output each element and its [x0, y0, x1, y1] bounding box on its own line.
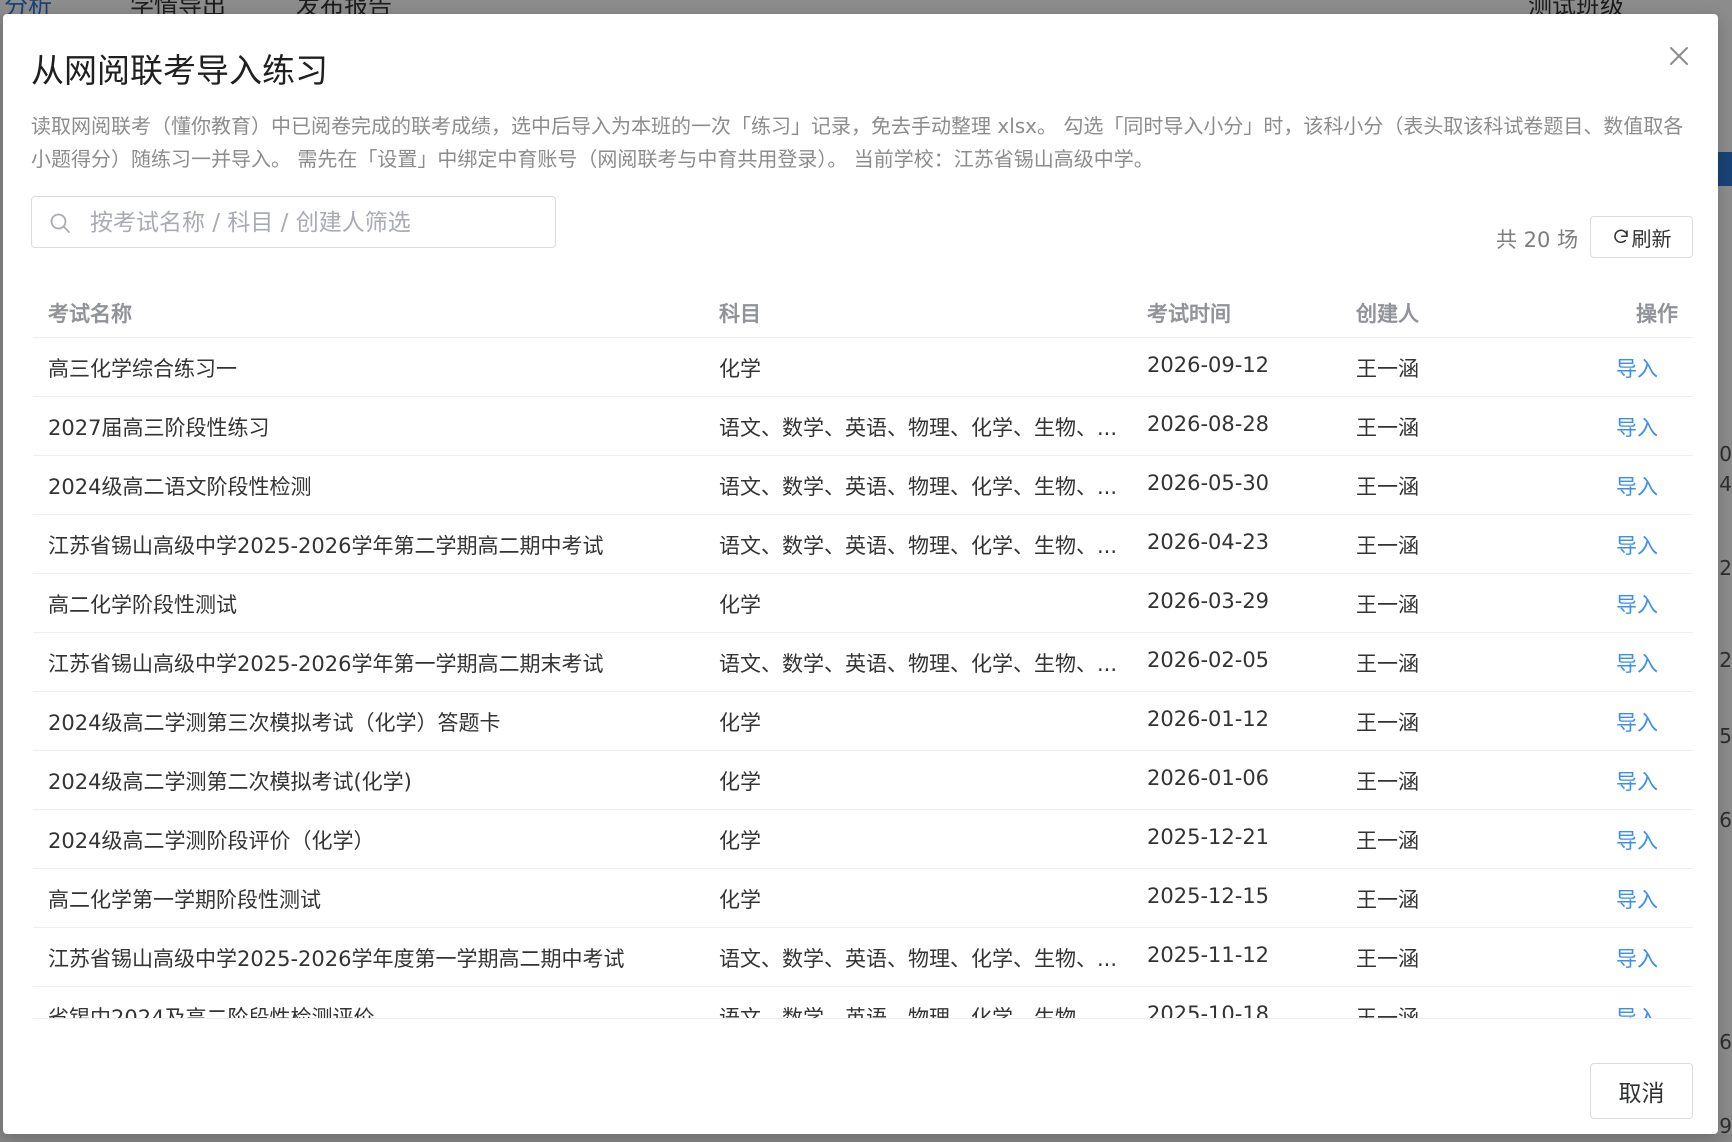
exam-date-cell: 2026-01-06	[1147, 766, 1270, 790]
refresh-label: 刷新	[1631, 226, 1672, 251]
exam-date-cell: 2025-12-15	[1147, 884, 1270, 908]
table-row: 2024级高二语文阶段性检测 语文、数学、英语、物理、化学、生物、... 2026-…	[33, 456, 1693, 515]
table-body: 高三化学综合练习一 化学 2026-09-12 王一涵 导入 2027届高三阶段性练习 语文…	[33, 338, 1693, 1019]
exam-name-cell: 2024级高二语文阶段性检测	[48, 475, 312, 499]
subject-cell: 语文、数学、英语、物理、化学、生物、...	[719, 947, 1118, 971]
subject-cell: 语文、数学、英语、物理、化学、生物、...	[719, 416, 1118, 440]
import-link[interactable]: 导入	[1616, 707, 1676, 737]
table-row: 2024级高二学测第三次模拟考试（化学）答题卡 化学 2026-01-12 王一涵 导入	[33, 692, 1693, 751]
subject-cell: 化学	[719, 711, 761, 735]
subject-cell: 语文、数学、英语、物理、化学、生物、...	[719, 1006, 1118, 1019]
creator-cell: 王一涵	[1356, 416, 1419, 440]
exam-name-cell: 2024级高二学测第二次模拟考试(化学)	[48, 770, 412, 794]
creator-cell: 王一涵	[1356, 652, 1419, 676]
column-header-action: 操作	[1636, 302, 1678, 326]
import-link[interactable]: 导入	[1616, 589, 1676, 619]
creator-cell: 王一涵	[1356, 711, 1419, 735]
table-row: 高三化学综合练习一 化学 2026-09-12 王一涵 导入	[33, 338, 1693, 397]
column-header-name: 考试名称	[48, 302, 132, 326]
search-box[interactable]	[31, 196, 556, 248]
import-link[interactable]: 导入	[1616, 412, 1676, 442]
table-row: 2024级高二学测阶段评价（化学） 化学 2025-12-21 王一涵 导入	[33, 810, 1693, 869]
creator-cell: 王一涵	[1356, 593, 1419, 617]
creator-cell: 王一涵	[1356, 829, 1419, 853]
exam-date-cell: 2026-08-28	[1147, 412, 1270, 436]
search-input[interactable]	[88, 198, 547, 248]
exam-name-cell: 江苏省锡山高级中学2025-2026学年第二学期高二期中考试	[48, 534, 604, 558]
dialog-description: 读取网阅联考（懂你教育）中已阅卷完成的联考成绩，选中后导入为本班的一次「练习」记…	[31, 114, 1684, 171]
exam-name-cell: 江苏省锡山高级中学2025-2026学年度第一学期高二期中考试	[48, 947, 625, 971]
exam-name-cell: 高二化学阶段性测试	[48, 593, 237, 617]
table-row: 省锡中2024及高二阶段性检测评价 语文、数学、英语、物理、化学、生物、... 20…	[33, 987, 1693, 1019]
table-row: 高二化学阶段性测试 化学 2026-03-29 王一涵 导入	[33, 574, 1693, 633]
exam-name-cell: 2024级高二学测阶段评价（化学）	[48, 829, 375, 853]
creator-cell: 王一涵	[1356, 888, 1419, 912]
exam-name-cell: 高二化学第一学期阶段性测试	[48, 888, 321, 912]
subject-cell: 语文、数学、英语、物理、化学、生物、...	[719, 534, 1118, 558]
table-row: 江苏省锡山高级中学2025-2026学年度第一学期高二期中考试 语文、数学、英语、…	[33, 928, 1693, 987]
subject-cell: 化学	[719, 593, 761, 617]
subject-cell: 化学	[719, 829, 761, 853]
creator-cell: 王一涵	[1356, 534, 1419, 558]
exam-date-cell: 2026-05-30	[1147, 471, 1270, 495]
subject-cell: 语文、数学、英语、物理、化学、生物、...	[719, 475, 1118, 499]
cancel-button[interactable]: 取消	[1590, 1063, 1693, 1119]
column-header-date: 考试时间	[1147, 302, 1231, 326]
table-row: 2024级高二学测第二次模拟考试(化学) 化学 2026-01-06 王一涵 导入	[33, 751, 1693, 810]
exam-name-cell: 高三化学综合练习一	[48, 357, 237, 381]
subject-cell: 化学	[719, 888, 761, 912]
creator-cell: 王一涵	[1356, 1006, 1419, 1019]
exam-name-cell: 江苏省锡山高级中学2025-2026学年第一学期高二期末考试	[48, 652, 604, 676]
import-link[interactable]: 导入	[1616, 471, 1676, 501]
exam-count: 共 20 场	[1496, 228, 1579, 252]
column-header-subject: 科目	[719, 302, 761, 326]
import-link[interactable]: 导入	[1616, 1002, 1676, 1018]
column-header-creator: 创建人	[1356, 302, 1419, 326]
creator-cell: 王一涵	[1356, 357, 1419, 381]
import-link[interactable]: 导入	[1616, 648, 1676, 678]
subject-cell: 化学	[719, 770, 761, 794]
exam-date-cell: 2025-11-12	[1147, 943, 1270, 967]
subject-cell: 语文、数学、英语、物理、化学、生物、...	[719, 652, 1118, 676]
import-link[interactable]: 导入	[1616, 766, 1676, 796]
import-link[interactable]: 导入	[1616, 825, 1676, 855]
import-link[interactable]: 导入	[1616, 884, 1676, 914]
table-header: 考试名称 科目 考试时间 创建人 操作	[33, 284, 1693, 338]
import-link[interactable]: 导入	[1616, 530, 1676, 560]
table-row: 高二化学第一学期阶段性测试 化学 2025-12-15 王一涵 导入	[33, 869, 1693, 928]
refresh-icon	[1613, 229, 1628, 244]
exam-date-cell: 2026-02-05	[1147, 648, 1270, 672]
search-icon	[50, 213, 70, 233]
close-button[interactable]	[1663, 40, 1695, 72]
import-link[interactable]: 导入	[1616, 353, 1676, 383]
exam-date-cell: 2026-04-23	[1147, 530, 1270, 554]
creator-cell: 王一涵	[1356, 475, 1419, 499]
close-icon	[1670, 47, 1688, 65]
dialog-title: 从网阅联考导入练习	[31, 51, 328, 90]
creator-cell: 王一涵	[1356, 947, 1419, 971]
exam-date-cell: 2025-10-18	[1147, 1002, 1270, 1019]
creator-cell: 王一涵	[1356, 770, 1419, 794]
table-row: 江苏省锡山高级中学2025-2026学年第二学期高二期中考试 语文、数学、英语、物…	[33, 515, 1693, 574]
exam-table: 考试名称 科目 考试时间 创建人 操作 高三化学综合练习一 化学 2026-09-1…	[33, 284, 1693, 1019]
exam-date-cell: 2026-01-12	[1147, 707, 1270, 731]
import-exam-dialog: 从网阅联考导入练习 读取网阅联考（懂你教育）中已阅卷完成的联考成绩，选中后导入为…	[3, 14, 1718, 1134]
exam-name-cell: 2027届高三阶段性练习	[48, 416, 270, 440]
exam-date-cell: 2026-03-29	[1147, 589, 1270, 613]
table-row: 江苏省锡山高级中学2025-2026学年第一学期高二期末考试 语文、数学、英语、物…	[33, 633, 1693, 692]
exam-date-cell: 2026-09-12	[1147, 353, 1270, 377]
exam-name-cell: 2024级高二学测第三次模拟考试（化学）答题卡	[48, 711, 501, 735]
table-row: 2027届高三阶段性练习 语文、数学、英语、物理、化学、生物、... 2026-08…	[33, 397, 1693, 456]
refresh-button[interactable]: 刷新	[1590, 216, 1693, 258]
exam-name-cell: 省锡中2024及高二阶段性检测评价	[48, 1006, 375, 1019]
exam-date-cell: 2025-12-21	[1147, 825, 1270, 849]
import-link[interactable]: 导入	[1616, 943, 1676, 973]
subject-cell: 化学	[719, 357, 761, 381]
